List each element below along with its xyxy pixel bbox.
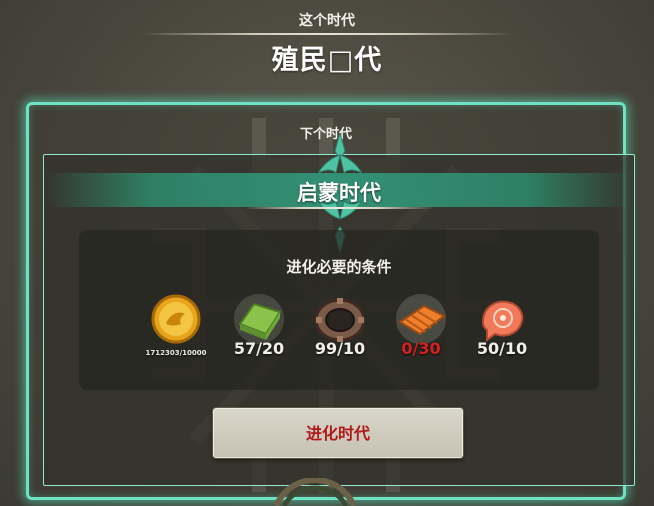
resource-count: 99/10 (314, 339, 366, 358)
salmon-steak-icon (481, 300, 524, 342)
resource-count: 50/10 (476, 339, 528, 358)
next-era-panel: 下个时代 启蒙时代 进化必要的条件 1712303/10000 57/20 99… (26, 102, 635, 500)
resource-wood: 0/30 (386, 292, 456, 362)
wood-planks-icon (396, 294, 446, 344)
resource-salmon: 50/10 (467, 292, 537, 362)
gear-ring-icon (314, 298, 366, 342)
wreath-fragment-icon (273, 478, 357, 506)
current-era-name: 殖民□代 (271, 45, 383, 76)
conditions-box: 进化必要的条件 1712303/10000 57/20 99/10 0/30 5… (79, 230, 599, 390)
resource-count: 1712303/10000 (145, 349, 207, 357)
title-divider (142, 33, 512, 35)
conditions-title: 进化必要的条件 (286, 258, 392, 276)
resource-gear: 99/10 (305, 292, 375, 362)
next-era-inner-panel: 启蒙时代 进化必要的条件 1712303/10000 57/20 99/10 0… (43, 133, 635, 486)
resource-count: 0/30 (401, 339, 441, 358)
resource-count: 57/20 (233, 339, 285, 358)
gold-coin-icon (151, 294, 201, 344)
resource-gold: 1712303/10000 (141, 292, 211, 362)
name-divider (244, 207, 434, 209)
evolve-era-button[interactable]: 进化时代 (213, 408, 463, 458)
next-era-name: 启蒙时代 (297, 181, 381, 205)
current-era-label: 这个时代 (299, 13, 355, 29)
resource-ingot: 57/20 (224, 292, 294, 362)
green-ingot-icon (234, 294, 284, 344)
